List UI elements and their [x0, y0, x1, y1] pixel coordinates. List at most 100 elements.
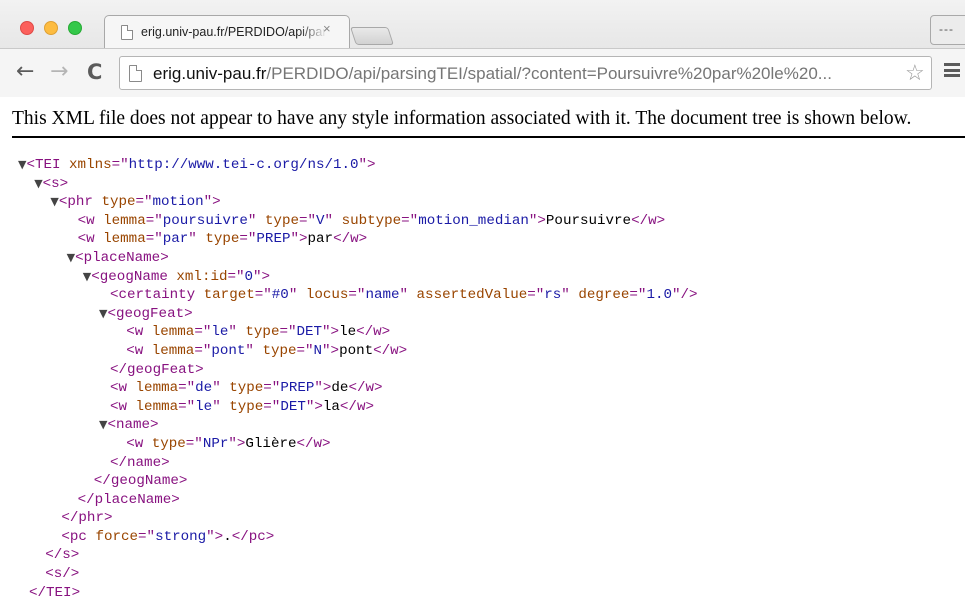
zoom-window-button[interactable]	[68, 21, 82, 35]
xml-tag: </w>	[373, 342, 408, 359]
xml-tag: "	[188, 231, 206, 248]
close-window-button[interactable]	[20, 21, 34, 35]
xml-tag: ">	[206, 528, 224, 545]
xml-tag: </w>	[356, 324, 391, 341]
reload-icon[interactable]: C	[87, 60, 102, 84]
user-profile-button[interactable]: ---	[930, 15, 965, 45]
xml-tag: "	[245, 342, 263, 359]
collapse-toggle-icon[interactable]: ▼	[83, 270, 91, 283]
xml-tag: </w>	[333, 231, 368, 248]
xml-tag: <name>	[107, 417, 159, 434]
xml-line: <w type="NPr">Glière</w>	[18, 435, 965, 454]
xml-tag: <certainty	[110, 287, 204, 304]
url-path: /PERDIDO/api/parsingTEI/spatial/?content…	[266, 64, 832, 83]
xml-tag: ">	[528, 212, 546, 229]
xml-val: DET	[296, 324, 323, 341]
tab-title: erig.univ-pau.fr/PERDIDO/api/parsingTEI/…	[141, 25, 327, 39]
browser-tab[interactable]: erig.univ-pau.fr/PERDIDO/api/parsingTEI/…	[104, 15, 350, 48]
xml-attr: assertedValue	[416, 287, 528, 304]
xml-tag: ="	[178, 398, 196, 415]
xml-line: <w lemma="par" type="PREP">par</w>	[18, 230, 965, 249]
xml-tag: </s>	[45, 547, 80, 564]
xml-tag: <pc	[61, 528, 96, 545]
url-host: erig.univ-pau.fr	[153, 64, 267, 83]
xml-val: V	[316, 212, 325, 229]
xml-tag: ="	[145, 212, 163, 229]
collapse-toggle-icon[interactable]: ▼	[50, 195, 58, 208]
xml-tag: "/>	[672, 287, 698, 304]
page-icon	[129, 65, 142, 82]
xml-tag: </pc>	[231, 528, 275, 545]
xml-line: ▼<placeName>	[18, 249, 965, 268]
xml-attr: force	[95, 528, 139, 545]
back-arrow-icon[interactable]: ←	[16, 60, 34, 84]
xml-val: de	[195, 380, 213, 397]
forward-arrow-icon[interactable]: →	[50, 60, 68, 84]
xml-val: PREP	[280, 380, 315, 397]
collapse-toggle-icon[interactable]: ▼	[67, 251, 75, 264]
xml-line: <w lemma="de" type="PREP">de</w>	[18, 379, 965, 398]
xml-attr: type	[262, 342, 297, 359]
xml-val: #0	[271, 287, 289, 304]
xml-txt: Glière	[245, 435, 297, 452]
xml-attr: degree	[578, 287, 630, 304]
xml-tag: </w>	[348, 380, 383, 397]
xml-line: ▼<s>	[18, 175, 965, 194]
xml-tag: ="	[239, 231, 257, 248]
xml-val: pont	[211, 342, 246, 359]
xml-tag: <w	[126, 435, 152, 452]
collapse-toggle-icon[interactable]: ▼	[34, 177, 42, 190]
xml-tag: ">	[305, 398, 323, 415]
xml-tag: <geogName	[91, 268, 177, 285]
menu-icon[interactable]	[944, 63, 960, 77]
close-tab-icon[interactable]: ×	[323, 22, 331, 35]
xml-line: </placeName>	[18, 491, 965, 510]
xml-attr: type	[245, 324, 280, 341]
new-tab-button[interactable]	[350, 27, 394, 45]
xml-attr: lemma	[151, 342, 195, 359]
address-bar[interactable]: erig.univ-pau.fr/PERDIDO/api/parsingTEI/…	[119, 56, 932, 90]
xml-tag: <s/>	[45, 566, 80, 583]
xml-val: strong	[155, 528, 207, 545]
xml-line: ▼<geogName xml:id="0">	[18, 268, 965, 287]
xml-tag: <phr	[58, 194, 102, 211]
xml-tag: </w>	[339, 398, 374, 415]
xml-attr: lemma	[135, 398, 179, 415]
xml-tag: ="	[296, 342, 314, 359]
xml-attr: xml:id	[176, 268, 228, 285]
minimize-window-button[interactable]	[44, 21, 58, 35]
xml-tag: ">	[253, 268, 271, 285]
xml-attr: type	[205, 231, 240, 248]
xml-tag: <placeName>	[75, 249, 169, 266]
xml-tag: ="	[263, 380, 281, 397]
xml-tag: <w	[110, 380, 136, 397]
xml-tag: ">	[290, 231, 308, 248]
xml-line: <w lemma="poursuivre" type="V" subtype="…	[18, 212, 965, 231]
xml-val: 0	[244, 268, 254, 285]
xml-attr: target	[203, 287, 255, 304]
xml-attr: type	[151, 435, 186, 452]
url-text[interactable]: erig.univ-pau.fr/PERDIDO/api/parsingTEI/…	[153, 64, 905, 84]
xml-val: PREP	[256, 231, 291, 248]
xml-tag: <w	[126, 342, 152, 359]
xml-line: </phr>	[18, 509, 965, 528]
xml-attr: lemma	[135, 380, 179, 397]
xml-tag: </w>	[296, 435, 331, 452]
xml-tag: "	[247, 212, 265, 229]
xml-line: </s>	[18, 546, 965, 565]
xml-tag: </placeName>	[77, 491, 180, 508]
xml-attr: type	[264, 212, 299, 229]
xml-val: motion	[152, 194, 204, 211]
page-icon	[121, 25, 133, 40]
xml-tag: ="	[194, 342, 212, 359]
star-icon[interactable]: ☆	[905, 60, 925, 86]
xml-tag: ">	[314, 380, 332, 397]
